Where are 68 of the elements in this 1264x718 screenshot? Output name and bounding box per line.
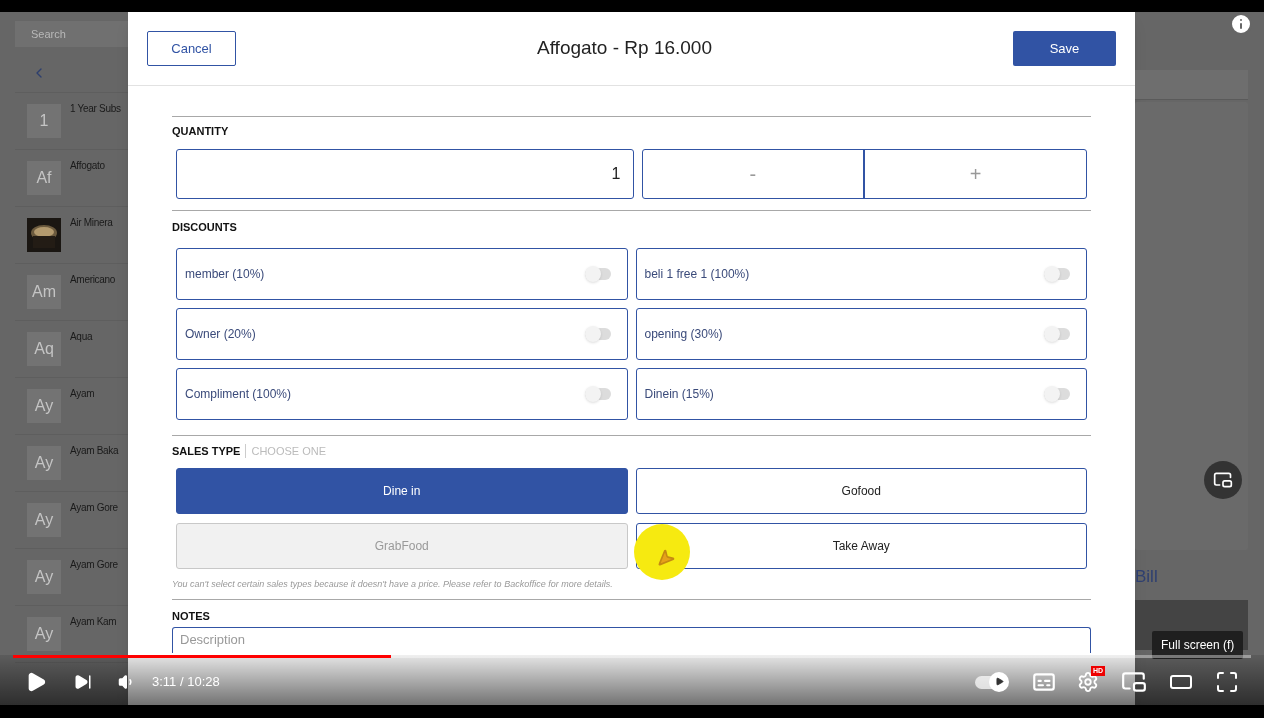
product-thumbnail: Ay [27,503,61,537]
miniplayer-icon [1213,470,1233,490]
product-thumbnail: Am [27,275,61,309]
product-thumbnail: Ay [27,617,61,651]
toggle-switch[interactable] [584,388,611,400]
product-thumbnail: Ay [27,389,61,423]
quantity-field[interactable]: 1 [176,149,634,199]
sales-type-option[interactable]: Dine in [176,468,628,514]
product-thumbnail: Aq [27,332,61,366]
settings-icon[interactable] [1077,671,1099,693]
dialog-title: Affogato - Rp 16.000 [537,36,712,61]
notes-field[interactable]: Description [172,627,1091,653]
decrement-button[interactable]: - [642,150,866,198]
next-icon[interactable] [74,673,92,691]
discount-option[interactable]: Compliment (100%) [176,368,628,420]
discount-option[interactable]: Owner (20%) [176,308,628,360]
product-thumbnail: Ay [27,446,61,480]
cancel-button[interactable]: Cancel [147,31,236,66]
discount-option[interactable]: Dinein (15%) [635,368,1087,420]
product-item[interactable]: 1 1 Year Subs [15,93,128,150]
product-item[interactable]: Ay Ayam [15,378,128,435]
product-thumbnail: Ay [27,560,61,594]
miniplayer-icon[interactable] [1121,669,1147,695]
sales-type-option[interactable]: Gofood [635,468,1087,514]
sales-type-note: You can't select certain sales types because it doesn't have a price. Please refer to Backoffice for more details. [172,578,614,590]
product-name: 1 Year Subs [70,102,121,116]
discount-option[interactable]: beli 1 free 1 (100%) [635,248,1087,300]
toggle-switch[interactable] [1044,328,1070,340]
section-label: SALES TYPE [172,444,241,458]
product-name: Ayam Gore [70,501,118,515]
product-thumbnail: Af [27,161,61,195]
toggle-switch[interactable] [1044,388,1070,400]
section-label: NOTES [172,610,210,622]
save-button[interactable]: Save [1013,31,1116,66]
product-name: Aqua [70,330,93,344]
section-label: DISCOUNTS [172,221,237,233]
product-name: Americano [70,273,116,287]
product-item[interactable]: Ay Ayam Gore [15,549,128,606]
product-item[interactable]: Aq Aqua [15,321,128,378]
toggle-switch[interactable] [1044,268,1070,280]
fullscreen-icon[interactable] [1215,670,1239,694]
product-item[interactable]: Am Americano [15,264,128,321]
discount-option[interactable]: member (10%) [176,248,628,300]
product-name: Ayam Gore [70,558,118,572]
product-item[interactable]: Air Minera [15,207,128,264]
section-hint: CHOOSE ONE [245,444,327,458]
product-name: Affogato [70,159,105,173]
product-item[interactable]: Ay Ayam Baka [15,435,128,492]
section-label: QUANTITY [172,125,229,137]
progress-track[interactable] [13,655,1251,658]
product-name: Ayam Kam [70,615,117,629]
search-field[interactable]: Search [15,21,128,47]
product-thumbnail: 1 [27,104,61,138]
play-icon [994,677,1004,686]
toggle-switch[interactable] [584,268,611,280]
cursor-icon [656,548,676,568]
info-icon[interactable] [1229,12,1253,36]
toggle-switch[interactable] [584,328,611,340]
time-display: 3:11 / 10:28 [152,673,220,692]
increment-button[interactable]: + [865,150,1086,198]
product-name: Ayam Baka [70,444,119,458]
product-item[interactable]: Ay Ayam Gore [15,492,128,549]
autoplay-toggle[interactable] [975,675,1007,689]
product-name: Air Minera [70,216,113,230]
discount-option[interactable]: opening (30%) [635,308,1087,360]
product-name: Ayam [70,387,95,401]
tooltip: Full screen (f) [1152,631,1244,659]
product-item[interactable]: Af Affogato [15,150,128,207]
